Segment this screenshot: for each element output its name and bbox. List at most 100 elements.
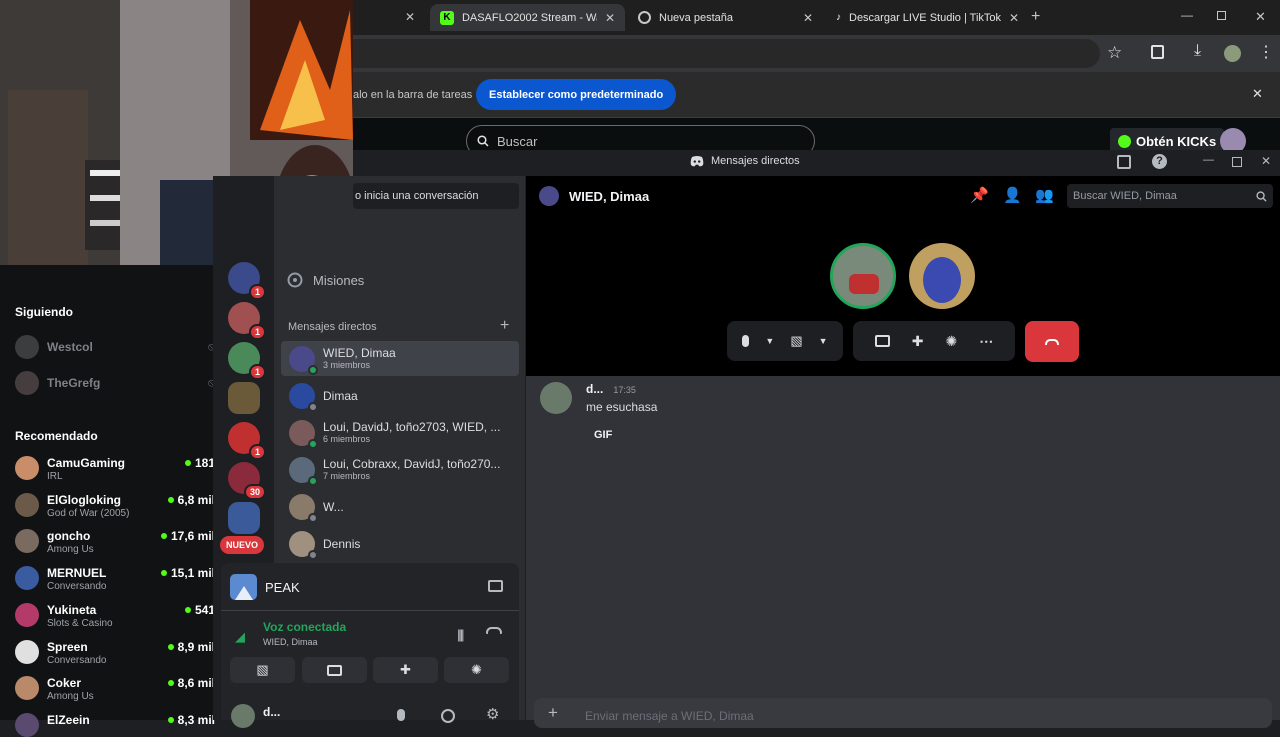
settings-gear-icon[interactable]: ⚙ (486, 705, 499, 723)
dm-item[interactable]: Dennis (281, 526, 519, 561)
viewer-count-value: 541 (194, 602, 215, 617)
live-dot-icon (167, 643, 174, 650)
dm-item[interactable]: WIED, Dimaa 3 miembros (281, 341, 519, 376)
mic-icon[interactable] (397, 709, 405, 721)
create-dm-icon[interactable]: + (500, 317, 509, 335)
viewer-count-value: 8,6 mil (177, 676, 215, 691)
download-icon[interactable]: ⤓ (1194, 42, 1201, 60)
message-text: me esuchasa (586, 400, 658, 414)
screen-share-icon[interactable] (874, 335, 890, 347)
mic-icon[interactable] (742, 335, 750, 347)
recommended-channel[interactable]: CamuGaming IRL 181 (15, 456, 215, 483)
participant-avatar[interactable] (830, 243, 896, 309)
camera-toggle-button[interactable]: ▧ (230, 657, 295, 683)
viewer-count: 8,6 mil (167, 676, 215, 691)
minimize-icon[interactable]: — (1203, 154, 1214, 166)
voice-channel[interactable]: WIED, Dimaa (263, 637, 318, 647)
pin-icon[interactable]: 📌 (970, 186, 989, 204)
minimize-icon[interactable]: — (1181, 8, 1193, 22)
server-icon[interactable]: 1 (228, 262, 266, 300)
disconnect-icon[interactable] (486, 627, 502, 634)
hang-up-button[interactable] (1025, 321, 1079, 362)
activity-row[interactable]: PEAK (230, 574, 300, 600)
channel-name: Coker (47, 676, 82, 691)
more-options-icon[interactable]: ⋯ (979, 333, 993, 350)
help-icon[interactable]: ? (1152, 154, 1167, 169)
channel-info: Spreen Conversando (47, 640, 106, 667)
server-icon[interactable]: 1 (228, 302, 266, 340)
tab-close-icon[interactable]: ✕ (803, 11, 813, 25)
missions-item[interactable]: Misiones (287, 272, 364, 288)
chat-search-input[interactable]: Buscar WIED, Dimaa (1067, 184, 1273, 208)
dm-info: W... (323, 500, 344, 514)
bookmark-star-icon[interactable]: ☆ (1107, 43, 1122, 63)
recommended-channel[interactable]: ElZeein 8,3 mil (15, 712, 215, 737)
compass-icon (287, 272, 303, 288)
discord-logo-icon (690, 155, 704, 166)
message-avatar[interactable] (540, 382, 572, 414)
close-window-icon[interactable]: ✕ (1255, 9, 1266, 25)
tab-tiktok[interactable]: ♪ Descargar LIVE Studio | TikTok ✕ (826, 4, 1021, 31)
dm-item[interactable]: Dimaa (281, 378, 519, 413)
chat-search-placeholder: Buscar WIED, Dimaa (1073, 190, 1177, 202)
dm-item[interactable]: Loui, DavidJ, toño2703, WIED, ... 6 miemb… (281, 415, 519, 450)
maximize-icon[interactable] (1232, 157, 1242, 167)
mic-controls: ▼ ▧ ▼ (727, 321, 843, 361)
following-item[interactable]: TheGrefg ⦸ (15, 371, 215, 395)
set-default-button[interactable]: Establecer como predeterminado (476, 79, 677, 110)
user-avatar[interactable] (231, 704, 255, 728)
chevron-down-icon[interactable]: ▼ (765, 336, 774, 346)
tab-label: DASAFLO2002 Stream - Watch (461, 11, 597, 24)
server-icon[interactable] (228, 502, 260, 534)
noise-suppression-icon[interactable]: |||| (457, 627, 464, 642)
tab-close-icon[interactable]: ✕ (1009, 11, 1019, 25)
gif-attachment[interactable]: GIF (594, 429, 612, 441)
address-bar[interactable] (340, 39, 1100, 68)
close-window-icon[interactable]: ✕ (1261, 154, 1271, 168)
message-composer[interactable]: + Enviar mensaje a WIED, Dimaa (534, 698, 1272, 728)
add-attachment-icon[interactable]: + (548, 703, 558, 723)
recommended-channel[interactable]: MERNUEL Conversando 15,1 mil (15, 566, 215, 593)
share-screen-button[interactable] (302, 657, 367, 683)
server-icon[interactable]: 30 (228, 462, 266, 500)
dm-info: Loui, Cobraxx, DavidJ, toño270... 7 miemb… (323, 457, 500, 482)
dm-name: Loui, DavidJ, toño2703, WIED, ... (323, 420, 501, 434)
avatar (15, 676, 39, 701)
menu-kebab-icon[interactable]: ⋮ (1258, 42, 1274, 62)
dm-item[interactable]: W... (281, 489, 519, 524)
screen-share-icon[interactable] (488, 580, 503, 592)
tab-close-icon[interactable]: ✕ (405, 10, 415, 24)
tab-kick-stream[interactable]: K DASAFLO2002 Stream - Watch ✕ (430, 4, 625, 31)
restore-icon[interactable] (1217, 11, 1226, 20)
recommended-channel[interactable]: ElGlogloking God of War (2005) 6,8 mil (15, 492, 215, 520)
dm-item[interactable]: Loui, Cobraxx, DavidJ, toño270... 7 miemb… (281, 452, 519, 487)
participant-avatar[interactable] (909, 243, 975, 309)
new-tab-icon[interactable]: + (1031, 8, 1040, 26)
extensions-icon[interactable] (1151, 45, 1164, 59)
tab-new-tab[interactable]: Nueva pestaña ✕ (628, 4, 823, 31)
server-icon[interactable] (228, 382, 260, 414)
activities-button[interactable]: ✚ (373, 657, 438, 683)
headset-icon[interactable] (441, 709, 455, 723)
recommended-channel[interactable]: Spreen Conversando 8,9 mil (15, 639, 215, 667)
recommended-channel[interactable]: goncho Among Us 17,6 mil (15, 529, 215, 556)
soundboard-icon[interactable]: ✺ (946, 333, 958, 350)
profile-avatar[interactable] (1224, 45, 1241, 62)
avatar (15, 602, 39, 627)
add-friends-icon[interactable]: 👤 (1003, 186, 1022, 204)
inbox-icon[interactable] (1117, 155, 1131, 169)
camera-off-icon[interactable]: ▧ (790, 333, 802, 349)
infobar-close-icon[interactable]: ✕ (1252, 86, 1263, 102)
message-author[interactable]: d... (586, 382, 603, 396)
server-icon[interactable]: 1 (228, 342, 266, 380)
chevron-down-icon[interactable]: ▼ (819, 336, 828, 346)
recommended-channel[interactable]: Coker Among Us 8,6 mil (15, 676, 215, 703)
dm-search-button[interactable]: o inicia una conversación (353, 183, 519, 209)
server-icon[interactable]: 1 (228, 422, 266, 460)
following-item[interactable]: Westcol ⦸ (15, 335, 215, 359)
tab-close-icon[interactable]: ✕ (605, 11, 615, 25)
activities-icon[interactable]: ✚ (912, 333, 924, 350)
member-list-icon[interactable]: 👥 (1035, 186, 1054, 204)
recommended-channel[interactable]: Yukineta Slots & Casino 541 (15, 602, 215, 630)
soundboard-button[interactable]: ✺ (444, 657, 509, 683)
